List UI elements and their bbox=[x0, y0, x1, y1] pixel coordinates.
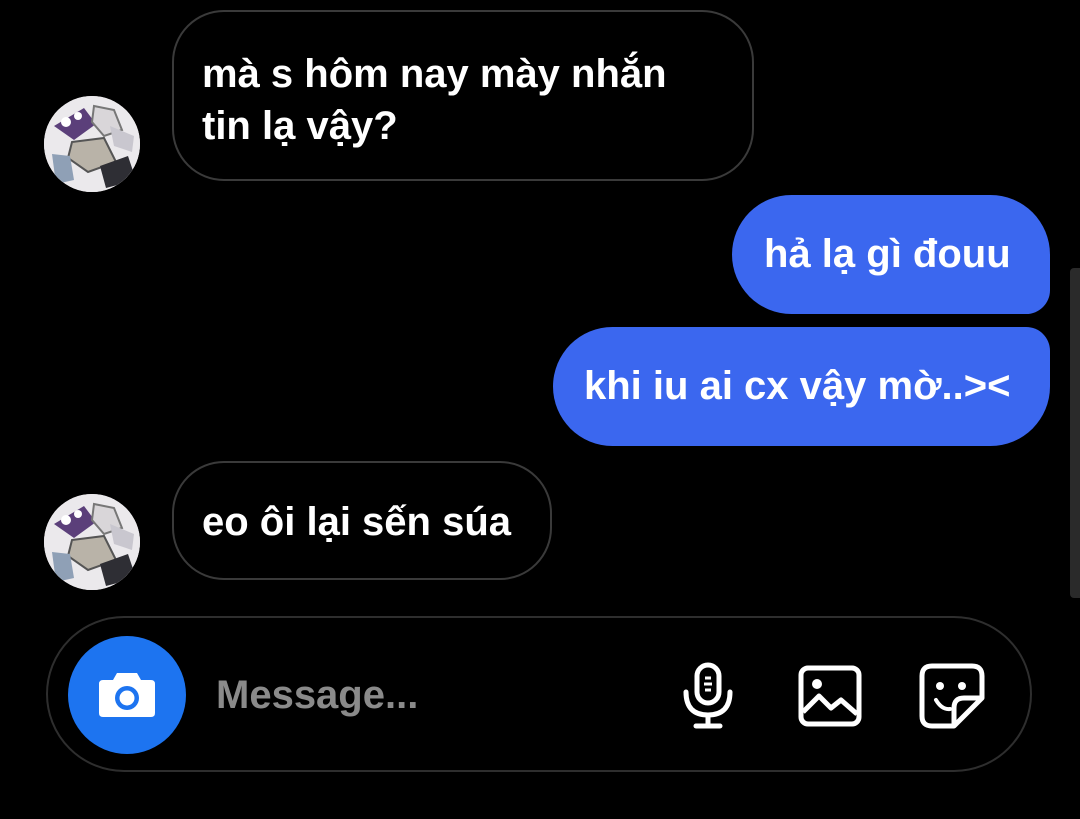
image-gallery-icon bbox=[798, 665, 862, 727]
message-text: hả lạ gì đouu bbox=[764, 232, 1011, 276]
outgoing-message-bubble[interactable]: hả lạ gì đouu bbox=[732, 195, 1050, 314]
chat-screen: mà s hôm nay mày nhắn tin lạ vậy? hả lạ … bbox=[0, 0, 1080, 819]
message-text: eo ôi lại sến súa bbox=[202, 500, 512, 544]
scrollbar[interactable] bbox=[1070, 268, 1080, 598]
camera-button[interactable] bbox=[68, 636, 186, 754]
gallery-button[interactable] bbox=[796, 662, 864, 730]
avatar-image bbox=[44, 494, 140, 590]
outgoing-message-bubble[interactable]: khi iu ai cx vậy mờ..>< bbox=[553, 327, 1050, 446]
microphone-icon bbox=[683, 662, 733, 729]
contact-avatar[interactable] bbox=[44, 96, 140, 192]
contact-avatar[interactable] bbox=[44, 494, 140, 590]
message-input[interactable] bbox=[216, 668, 646, 722]
microphone-button[interactable] bbox=[674, 662, 742, 730]
message-composer bbox=[46, 616, 1032, 772]
camera-icon bbox=[99, 673, 155, 717]
message-text: khi iu ai cx vậy mờ..>< bbox=[584, 364, 1011, 408]
avatar-image bbox=[44, 96, 140, 192]
incoming-message-bubble[interactable]: eo ôi lại sến súa bbox=[172, 461, 552, 580]
incoming-message-bubble[interactable]: mà s hôm nay mày nhắn tin lạ vậy? bbox=[172, 10, 754, 181]
sticker-icon bbox=[919, 663, 985, 729]
message-text: mà s hôm nay mày nhắn tin lạ vậy? bbox=[202, 52, 667, 148]
sticker-button[interactable] bbox=[918, 662, 986, 730]
